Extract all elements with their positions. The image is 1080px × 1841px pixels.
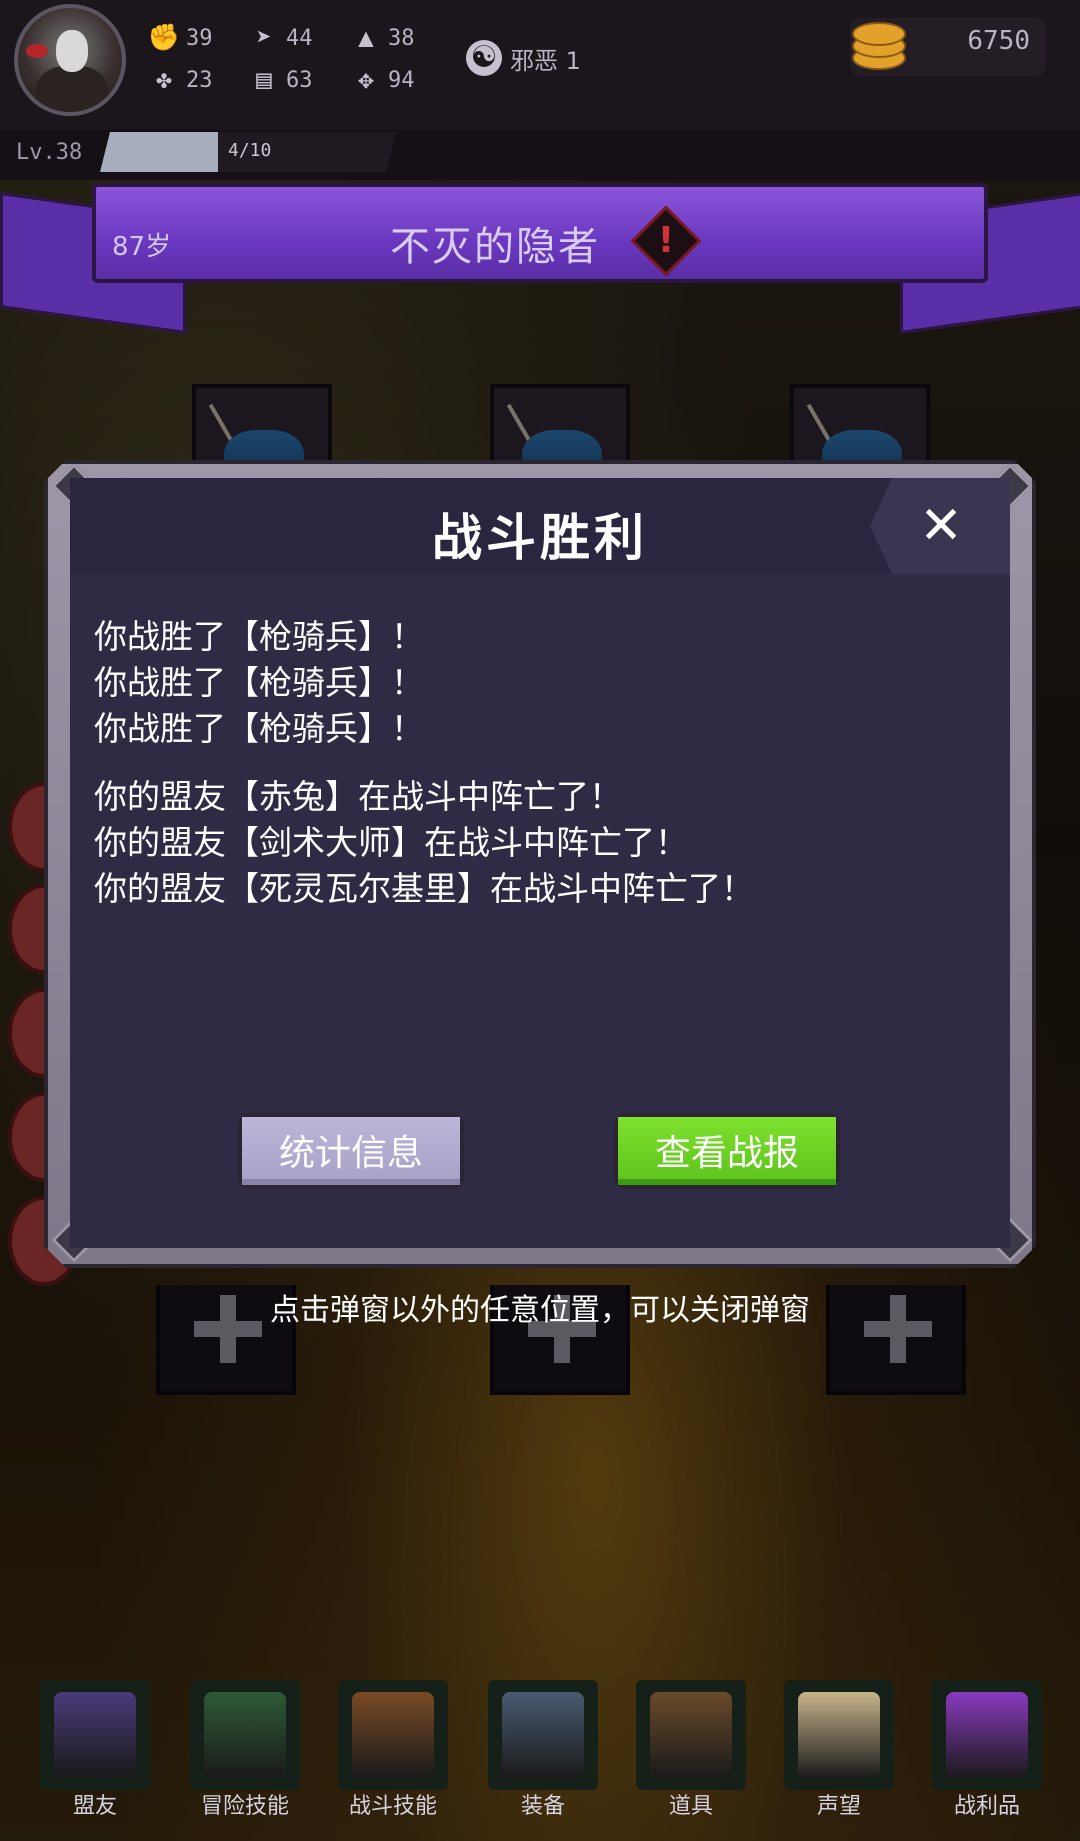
stat-intellect: ▤ 63: [248, 62, 313, 98]
stat-luck: ✤ 23: [148, 62, 213, 98]
stat-magic: ▲ 38: [350, 20, 415, 56]
wings-icon: ✥: [358, 65, 374, 95]
gold-amount: 6750: [967, 26, 1030, 56]
alignment-indicator[interactable]: ☯ 邪恶 1: [466, 38, 581, 78]
nav-item-3[interactable]: 装备: [488, 1680, 598, 1830]
book-icon: ▤: [256, 65, 272, 95]
xp-bar-fill: [100, 132, 218, 172]
victory-message: 你战胜了【枪骑兵】！: [94, 709, 424, 748]
nav-item-label: 战斗技能: [348, 1794, 437, 1819]
player-class-title: 不灭的隐者: [390, 224, 600, 270]
wizard-hat-icon: ▲: [358, 23, 374, 53]
nav-item-2[interactable]: 战斗技能: [338, 1680, 448, 1830]
stat-agility: ➤ 44: [248, 20, 313, 56]
stat-value: 44: [286, 25, 313, 51]
view-battle-report-button[interactable]: 查看战报: [614, 1113, 840, 1189]
nav-item-label: 声望: [816, 1794, 861, 1819]
crossed-swords-shield-icon: [502, 1692, 584, 1778]
clover-icon: ✤: [156, 65, 172, 95]
nav-item-label: 冒险技能: [200, 1794, 289, 1819]
backpack-icon: [352, 1692, 434, 1778]
nav-item-6[interactable]: 战利品: [932, 1680, 1042, 1830]
stat-value: 39: [186, 25, 213, 51]
gold-coins-icon: [848, 16, 906, 74]
player-level: Lv.38: [16, 140, 83, 165]
close-button[interactable]: ✕: [906, 498, 976, 554]
stat-strength: ✊ 39: [148, 20, 213, 56]
stat-value: 23: [186, 67, 213, 93]
player-avatar[interactable]: [14, 4, 126, 116]
green-book-icon: [204, 1692, 286, 1778]
handshake-icon: [54, 1692, 136, 1778]
victory-message: 你战胜了【枪骑兵】！: [94, 617, 424, 656]
treasure-chest-icon: [946, 1692, 1028, 1778]
stat-spirit: ✥ 94: [350, 62, 415, 98]
nav-item-4[interactable]: 道具: [636, 1680, 746, 1830]
ally-death-message: 你的盟友【赤兔】在战斗中阵亡了！: [94, 777, 622, 816]
nav-item-1[interactable]: 冒险技能: [190, 1680, 300, 1830]
stat-value: 94: [388, 67, 415, 93]
boot-icon: ➤: [256, 23, 272, 53]
ally-death-message: 你的盟友【死灵瓦尔基里】在战斗中阵亡了！: [94, 869, 754, 908]
stat-value: 38: [388, 25, 415, 51]
nav-item-label: 装备: [520, 1794, 565, 1819]
ally-death-message: 你的盟友【剑术大师】在战斗中阵亡了！: [94, 823, 688, 862]
stat-value: 63: [286, 67, 313, 93]
fist-icon: ✊: [147, 23, 181, 53]
victory-message: 你战胜了【枪骑兵】！: [94, 663, 424, 702]
nav-item-0[interactable]: 盟友: [40, 1680, 150, 1830]
alignment-label: 邪恶 1: [510, 46, 581, 75]
statistics-button[interactable]: 统计信息: [238, 1113, 464, 1189]
xp-text: 4/10: [228, 140, 272, 161]
player-age: 87岁: [112, 232, 172, 262]
close-hint: 点击弹窗以外的任意位置，可以关闭弹窗: [270, 1293, 810, 1328]
warning-icon[interactable]: !: [641, 214, 691, 264]
scroll-icon: [798, 1692, 880, 1778]
nav-item-5[interactable]: 声望: [784, 1680, 894, 1830]
bag-icon: [650, 1692, 732, 1778]
yin-yang-icon: ☯: [466, 40, 502, 76]
nav-item-label: 战利品: [953, 1794, 1020, 1819]
nav-item-label: 盟友: [72, 1794, 117, 1819]
nav-item-label: 道具: [668, 1794, 713, 1819]
dialog-title: 战斗胜利: [432, 509, 648, 567]
